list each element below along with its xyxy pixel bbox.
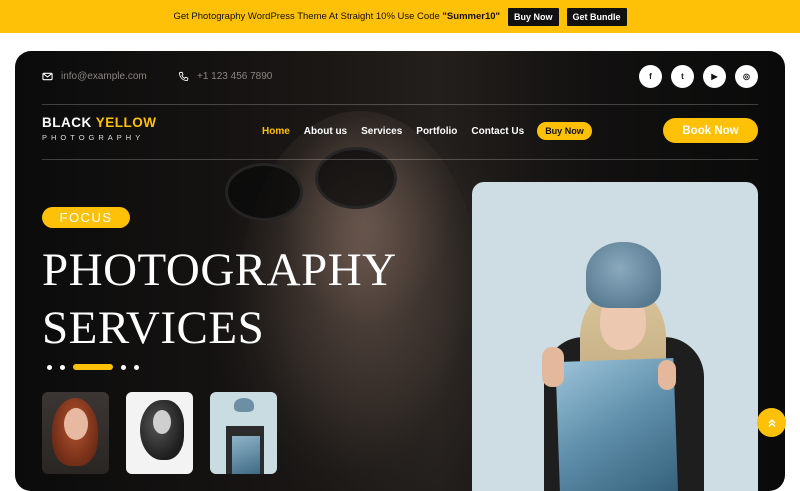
top-bar: info@example.com +1 123 456 7890 f t ▶ ◎ bbox=[42, 65, 758, 91]
featured-photo bbox=[472, 182, 758, 491]
thumbnail-red-hair-portrait[interactable] bbox=[42, 392, 109, 474]
phone-icon bbox=[178, 71, 189, 82]
hero-section: info@example.com +1 123 456 7890 f t ▶ ◎… bbox=[15, 51, 785, 491]
instagram-icon[interactable]: ◎ bbox=[735, 65, 758, 88]
double-chevron-up-icon bbox=[767, 418, 776, 427]
social-links: f t ▶ ◎ bbox=[639, 65, 758, 88]
phone-text: +1 123 456 7890 bbox=[197, 71, 273, 82]
thumbnail-bw-portrait[interactable] bbox=[126, 392, 193, 474]
facebook-icon[interactable]: f bbox=[639, 65, 662, 88]
youtube-icon[interactable]: ▶ bbox=[703, 65, 726, 88]
nav-home[interactable]: Home bbox=[262, 126, 290, 137]
logo-subtitle: PHOTOGRAPHY bbox=[42, 133, 145, 142]
hero-background-sunglass bbox=[225, 163, 303, 221]
email-text: info@example.com bbox=[61, 71, 147, 82]
slider-dot[interactable] bbox=[47, 364, 52, 370]
logo-word-yellow: YELLOW bbox=[95, 115, 157, 130]
nav-portfolio[interactable]: Portfolio bbox=[416, 126, 457, 137]
nav-contact-us[interactable]: Contact Us bbox=[471, 126, 524, 137]
mail-icon bbox=[42, 72, 53, 81]
thumbnail-strip bbox=[42, 392, 277, 474]
promo-text: Get Photography WordPress Theme At Strai… bbox=[173, 11, 501, 22]
nav-about-us[interactable]: About us bbox=[304, 126, 347, 137]
focus-badge: FOCUS bbox=[42, 207, 130, 228]
divider bbox=[42, 159, 758, 160]
promo-banner: Get Photography WordPress Theme At Strai… bbox=[0, 0, 800, 33]
nav-services[interactable]: Services bbox=[361, 126, 402, 137]
phone-contact[interactable]: +1 123 456 7890 bbox=[178, 71, 272, 82]
promo-code: "Summer10" bbox=[442, 11, 501, 22]
slider-dot[interactable] bbox=[121, 364, 126, 370]
book-now-button[interactable]: Book Now bbox=[663, 118, 758, 143]
headline-line-1: PHOTOGRAPHY bbox=[42, 244, 397, 296]
slider-dot[interactable] bbox=[60, 364, 65, 370]
thumbnail-beanie-portrait[interactable] bbox=[210, 392, 277, 474]
hero-headline: PHOTOGRAPHY SERVICES bbox=[42, 241, 397, 357]
headline-line-2: SERVICES bbox=[42, 302, 265, 354]
slider-dot-active[interactable] bbox=[73, 364, 113, 370]
slider-dot[interactable] bbox=[134, 364, 139, 370]
hero-background-sunglass bbox=[315, 147, 397, 209]
email-contact[interactable]: info@example.com bbox=[42, 71, 147, 82]
scroll-to-top-button[interactable] bbox=[757, 408, 786, 437]
nav-buy-now-button[interactable]: Buy Now bbox=[537, 122, 592, 140]
divider bbox=[42, 104, 758, 105]
slider-pagination bbox=[47, 364, 139, 370]
twitter-icon[interactable]: t bbox=[671, 65, 694, 88]
promo-buy-now-button[interactable]: Buy Now bbox=[508, 7, 559, 26]
promo-get-bundle-button[interactable]: Get Bundle bbox=[566, 7, 627, 26]
logo-word-black: BLACK bbox=[42, 115, 96, 130]
site-logo[interactable]: BLACK YELLOW PHOTOGRAPHY bbox=[42, 115, 157, 142]
main-nav: Home About us Services Portfolio Contact… bbox=[262, 122, 592, 140]
